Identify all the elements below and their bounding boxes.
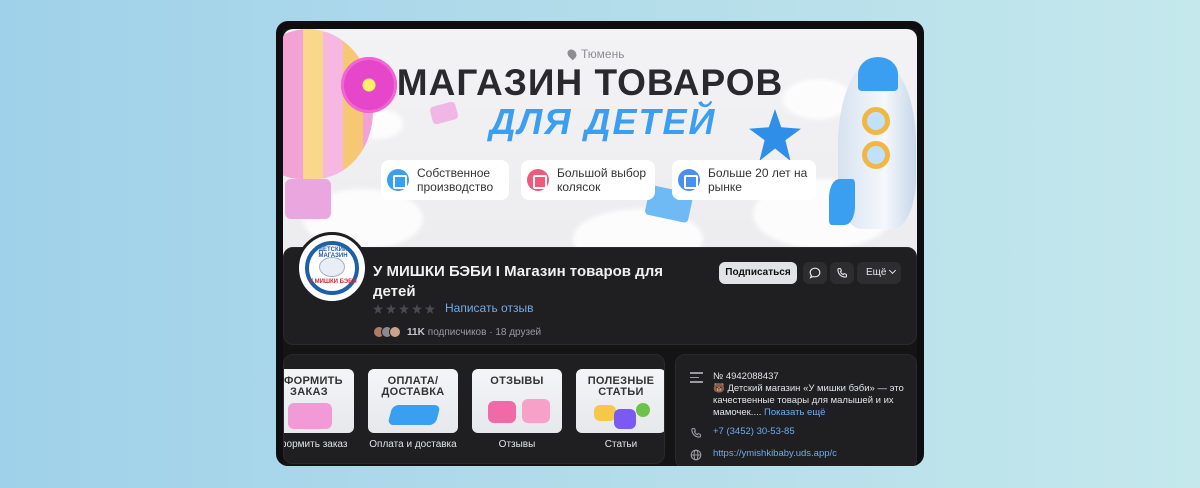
card-icon xyxy=(387,405,441,425)
star-icon xyxy=(425,304,435,314)
menu-tile-thumbnail: ОТЗЫВЫ xyxy=(472,369,562,433)
phone-icon xyxy=(837,267,848,278)
more-button[interactable]: Ещё xyxy=(857,262,901,284)
menu-tile-thumb-title: ОТЗЫВЫ xyxy=(490,375,544,387)
feature-own-production: Собственное производство xyxy=(381,160,509,200)
menu-tile-thumb-title: ПОЛЕЗНЫЕ СТАТЬИ xyxy=(587,375,655,398)
banner-title: МАГАЗИН ТОВАРОВ xyxy=(396,62,784,103)
menu-tile-label: Статьи xyxy=(604,439,638,450)
star-icon xyxy=(386,304,396,314)
globe-icon xyxy=(690,449,703,465)
followers-count: 11K xyxy=(407,326,425,338)
rating-stars[interactable] xyxy=(373,304,435,314)
menu-tile-label: Оформить заказ xyxy=(284,439,348,450)
menu-tile-label: Оплата и доставка xyxy=(369,439,457,450)
question-bubble-icon xyxy=(614,409,636,429)
community-info: № 4942088437 🐻 Детский магазин «У мишки … xyxy=(675,354,917,466)
phone-icon xyxy=(690,427,703,443)
cover-banner: Тюмень МАГАЗИН ТОВАРОВ ДЛЯ ДЕТЕЙ Собстве… xyxy=(283,29,917,267)
like-icon xyxy=(636,403,650,417)
profile-header: ДЕТСКИЙ МАГАЗИН У МИШКИ БЭБИ У МИШКИ БЭБ… xyxy=(283,232,917,345)
menu-tile-label: Отзывы xyxy=(498,439,536,450)
bear-logo-icon xyxy=(319,257,345,277)
menu-tile-articles[interactable]: ПОЛЕЗНЫЕ СТАТЬИ Статьи xyxy=(576,369,664,450)
subscribe-button[interactable]: Подписаться xyxy=(719,262,797,284)
followers-info[interactable]: 11K подписчиков · 18 друзей xyxy=(373,326,541,338)
device-frame: Тюмень МАГАЗИН ТОВАРОВ ДЛЯ ДЕТЕЙ Собстве… xyxy=(276,21,924,466)
website-link[interactable]: https://ymishkibaby.uds.app/c xyxy=(713,448,837,465)
menu-tile-thumb-title: ОПЛАТА/ ДОСТАВКА xyxy=(381,375,445,398)
envelope-illustration xyxy=(429,100,459,126)
chat-bubble-icon xyxy=(488,401,516,423)
rocket-tip-illustration xyxy=(858,57,898,91)
balloon-basket-illustration xyxy=(285,179,331,219)
heart-bubble-icon xyxy=(522,399,550,423)
community-page: Тюмень МАГАЗИН ТОВАРОВ ДЛЯ ДЕТЕЙ Собстве… xyxy=(283,29,917,466)
banner-subtitle: ДЛЯ ДЕТЕЙ xyxy=(489,101,717,142)
write-review-link[interactable]: Написать отзыв xyxy=(445,301,533,315)
chevron-down-icon xyxy=(889,266,897,275)
avatar-logo-bottom-text: У МИШКИ БЭБИ xyxy=(309,279,357,285)
star-illustration xyxy=(749,109,801,161)
menu-tile-thumbnail: ОФОРМИТЬ ЗАКАЗ xyxy=(283,369,354,433)
menu-tile-thumbnail: ПОЛЕЗНЫЕ СТАТЬИ xyxy=(576,369,664,433)
porthole-illustration xyxy=(862,141,890,169)
avatar[interactable]: ДЕТСКИЙ МАГАЗИН У МИШКИ БЭБИ xyxy=(296,232,368,304)
website-row[interactable]: https://ymishkibaby.uds.app/c xyxy=(690,448,837,465)
phone-number[interactable]: +7 (3452) 30-53-85 xyxy=(713,426,795,443)
menu-tile-payment-delivery[interactable]: ОПЛАТА/ ДОСТАВКА Оплата и доставка xyxy=(368,369,458,450)
community-menu: ОФОРМИТЬ ЗАКАЗ Оформить заказ ОПЛАТА/ ДО… xyxy=(283,354,665,464)
shopping-cart-icon xyxy=(288,403,332,429)
more-button-label: Ещё xyxy=(866,267,887,278)
menu-tile-thumb-title: ОФОРМИТЬ ЗАКАЗ xyxy=(283,375,343,398)
friend-avatar xyxy=(389,326,401,338)
star-icon xyxy=(399,304,409,314)
star-icon xyxy=(412,304,422,314)
followers-suffix: подписчиков · 18 друзей xyxy=(427,326,542,338)
flower-illustration xyxy=(341,57,397,113)
location-text: Тюмень xyxy=(581,47,625,61)
description-row: № 4942088437 🐻 Детский магазин «У мишки … xyxy=(690,371,913,419)
community-id: № 4942088437 xyxy=(713,371,779,382)
call-button[interactable] xyxy=(830,262,854,284)
stroller-icon xyxy=(527,169,549,191)
location-pin-icon xyxy=(565,47,579,61)
message-button[interactable] xyxy=(803,262,827,284)
show-more-link[interactable]: Показать ещё xyxy=(764,407,825,418)
community-name: У МИШКИ БЭБИ I Магазин товаров для детей xyxy=(373,263,663,300)
menu-tile-order[interactable]: ОФОРМИТЬ ЗАКАЗ Оформить заказ xyxy=(283,369,354,450)
feature-strollers: Большой выбор колясок xyxy=(521,160,655,200)
feature-20-years: Больше 20 лет на рынке xyxy=(672,160,816,200)
chat-bubble-icon xyxy=(594,405,616,421)
location: Тюмень xyxy=(565,47,625,61)
factory-icon xyxy=(387,169,409,191)
porthole-illustration xyxy=(862,107,890,135)
star-icon xyxy=(373,304,383,314)
phone-row[interactable]: +7 (3452) 30-53-85 xyxy=(690,426,795,443)
rocket-fin-illustration xyxy=(829,179,855,225)
shield-check-icon xyxy=(678,169,700,191)
message-icon xyxy=(809,267,821,279)
text-lines-icon xyxy=(690,372,703,419)
menu-tile-thumbnail: ОПЛАТА/ ДОСТАВКА xyxy=(368,369,458,433)
menu-tile-reviews[interactable]: ОТЗЫВЫ Отзывы xyxy=(472,369,562,450)
